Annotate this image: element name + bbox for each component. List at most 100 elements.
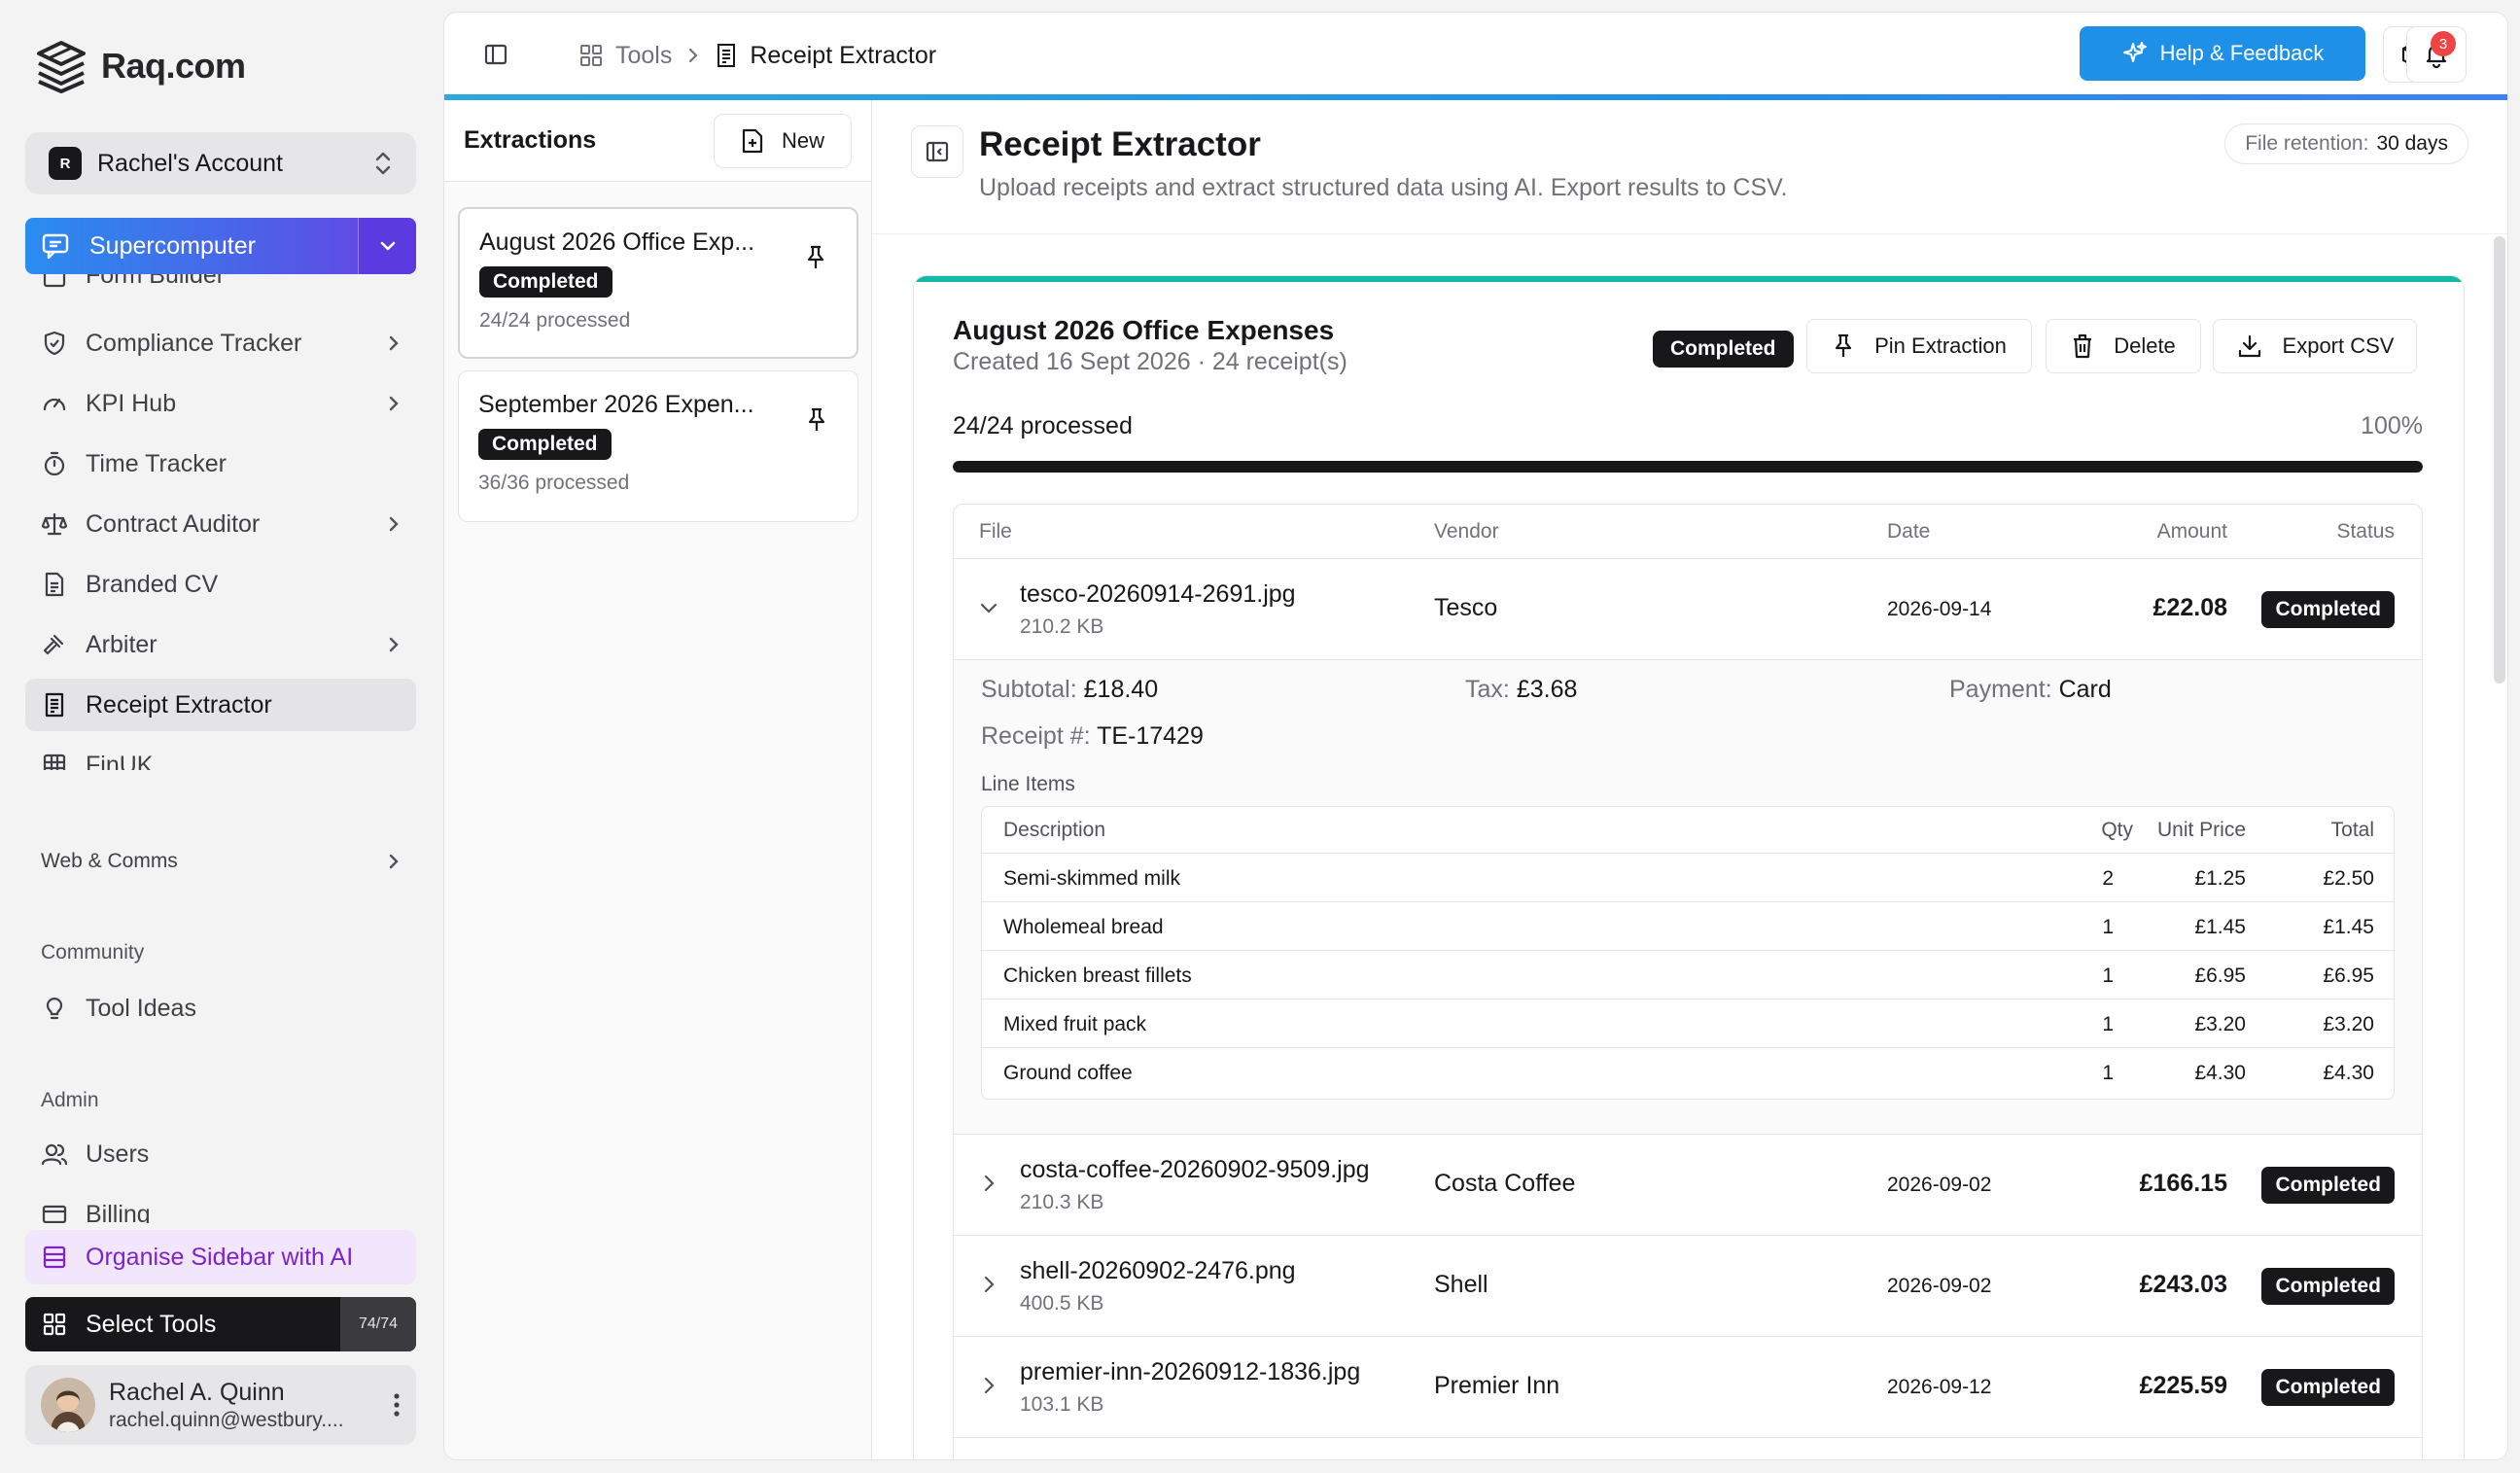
sidebar-item-billing[interactable]: Billing: [25, 1188, 416, 1223]
gavel-icon: [41, 631, 68, 658]
extractions-header: Extractions New: [444, 100, 871, 182]
payment: Payment: Card: [1949, 676, 2112, 704]
status-badge: Completed: [2261, 591, 2395, 628]
breadcrumb-tools-label: Tools: [615, 41, 673, 69]
col-vendor: Vendor: [1434, 520, 1499, 543]
sidebar-nav: Form Builder Compliance Tracker KPI Hub …: [25, 274, 416, 770]
file-size: 210.2 KB: [1020, 615, 1104, 638]
li-total: £3.20: [2323, 1013, 2374, 1035]
progress-bar-fill: [953, 461, 2423, 473]
line-item-row: Chicken breast fillets 1 £6.95 £6.95: [982, 951, 2394, 1000]
receipt-detail: Subtotal: £18.40 Tax: £3.68 Payment: Car…: [954, 660, 2422, 1135]
new-label: New: [781, 127, 824, 153]
li-qty: 1: [2102, 1013, 2114, 1035]
status-badge: Completed: [2261, 1268, 2395, 1305]
li-unit: £1.25: [2194, 867, 2246, 890]
community-section-label: Community: [41, 941, 145, 964]
scrollbar[interactable]: [2494, 236, 2505, 684]
sidebar-item-contract-auditor[interactable]: Contract Auditor: [25, 498, 416, 550]
collapse-panel-button[interactable]: [911, 125, 963, 178]
sidebar-item-arbiter[interactable]: Arbiter: [25, 618, 416, 671]
li-total: £6.95: [2323, 964, 2374, 987]
file-size: 400.5 KB: [1020, 1292, 1104, 1315]
extraction-card[interactable]: September 2026 Expen... Completed 36/36 …: [458, 370, 858, 522]
more-vertical-icon[interactable]: [393, 1392, 401, 1418]
account-name: Rachel's Account: [97, 149, 283, 177]
sidebar-item-tool-ideas[interactable]: Tool Ideas: [25, 982, 416, 1035]
sidebar-item-label: FinUK: [86, 751, 154, 771]
select-tools-button[interactable]: Select Tools 74/74: [25, 1297, 416, 1351]
user-menu[interactable]: Rachel A. Quinn rachel.quinn@westbury...…: [25, 1365, 416, 1445]
li-qty: 1: [2102, 964, 2114, 987]
line-item-row: Mixed fruit pack 1 £3.20 £3.20: [982, 1000, 2394, 1048]
sidebar-item-form-builder[interactable]: Form Builder: [25, 274, 416, 301]
new-extraction-button[interactable]: New: [714, 113, 852, 168]
table-row[interactable]: shell-20260902-2476.png 400.5 KB Shell 2…: [954, 1236, 2422, 1337]
li-unit: £6.95: [2194, 964, 2246, 987]
sidebar-item-finuk[interactable]: FinUK: [25, 739, 416, 770]
retention-value: 30 days: [2376, 132, 2448, 155]
brand-logo[interactable]: Raq.com: [35, 39, 246, 93]
chevron-down-icon[interactable]: [977, 596, 1000, 619]
li-qty: 2: [2102, 867, 2114, 890]
line-item-row: Wholemeal bread 1 £1.45 £1.45: [982, 902, 2394, 951]
li-total: £1.45: [2323, 916, 2374, 938]
account-switcher[interactable]: R Rachel's Account: [25, 132, 416, 194]
amount: £22.08: [2152, 594, 2227, 621]
sidebar-group-web-comms[interactable]: Web & Comms: [25, 842, 416, 881]
breadcrumb-tools[interactable]: Tools: [578, 42, 672, 70]
line-items-table: Description Qty Unit Price Total Semi-sk…: [981, 806, 2395, 1100]
supercomputer-button[interactable]: Supercomputer: [25, 218, 416, 274]
extractions-title: Extractions: [464, 126, 597, 154]
retention-label: File retention:: [2245, 132, 2369, 155]
receipt-value: TE-17429: [1097, 722, 1204, 750]
file-size: 210.3 KB: [1020, 1191, 1104, 1213]
li-qty: 1: [2102, 1062, 2114, 1084]
sidebar-item-label: Branded CV: [86, 570, 219, 598]
table-row[interactable]: tesco-20260914-2691.jpg 210.2 KB Tesco 2…: [954, 559, 2422, 660]
delete-button[interactable]: Delete: [2046, 319, 2201, 373]
help-feedback-button[interactable]: Help & Feedback: [2080, 26, 2365, 81]
chevron-right-icon[interactable]: [977, 1273, 1000, 1296]
brand-name: Raq.com: [101, 46, 246, 86]
sidebar-item-time-tracker[interactable]: Time Tracker: [25, 438, 416, 490]
user-email: rachel.quinn@westbury....: [109, 1408, 344, 1431]
export-csv-button[interactable]: Export CSV: [2213, 319, 2417, 373]
pin-icon[interactable]: [805, 406, 828, 434]
supercomputer-dropdown[interactable]: [358, 218, 416, 274]
sidebar-item-branded-cv[interactable]: Branded CV: [25, 558, 416, 611]
organise-sidebar-button[interactable]: Organise Sidebar with AI: [25, 1230, 416, 1284]
chevron-right-icon[interactable]: [977, 1172, 1000, 1195]
page-title: Receipt Extractor: [979, 125, 1261, 163]
file-plus-icon: [741, 127, 764, 155]
breadcrumb-current-label: Receipt Extractor: [750, 41, 937, 69]
amount: £243.03: [2139, 1271, 2227, 1298]
li-col-unit: Unit Price: [2156, 819, 2246, 841]
table-row[interactable]: premier-inn-20260912-1836.jpg 103.1 KB P…: [954, 1337, 2422, 1438]
pin-extraction-button[interactable]: Pin Extraction: [1806, 319, 2032, 373]
date: 2026-09-02: [1887, 1174, 1992, 1196]
notifications-button[interactable]: 3: [2406, 26, 2467, 83]
content-area: Receipt Extractor Upload receipts and ex…: [872, 100, 2507, 1459]
extraction-title: August 2026 Office Expenses: [953, 315, 1335, 345]
li-unit: £4.30: [2194, 1062, 2246, 1084]
progress-percent: 100%: [2361, 412, 2423, 439]
li-unit: £3.20: [2194, 1013, 2246, 1035]
tax-value: £3.68: [1516, 676, 1578, 703]
chevron-right-icon[interactable]: [977, 1374, 1000, 1397]
sidebar-item-compliance-tracker[interactable]: Compliance Tracker: [25, 317, 416, 369]
shield-icon: [41, 330, 68, 357]
li-col-total: Total: [2330, 819, 2374, 841]
table-row[interactable]: costa-coffee-20260902-9509.jpg 210.3 KB …: [954, 1135, 2422, 1236]
sidebar-item-users[interactable]: Users: [25, 1128, 416, 1180]
export-csv-label: Export CSV: [2282, 333, 2395, 358]
card-accent: [914, 276, 2464, 282]
tools-count-badge: 74/74: [340, 1297, 416, 1351]
sidebar-item-kpi-hub[interactable]: KPI Hub: [25, 377, 416, 430]
gauge-icon: [41, 390, 68, 417]
extraction-card[interactable]: August 2026 Office Exp... Completed 24/2…: [458, 207, 858, 359]
pin-icon[interactable]: [804, 244, 827, 271]
sidebar-item-receipt-extractor[interactable]: Receipt Extractor: [25, 679, 416, 731]
receipt-icon: [715, 43, 738, 68]
sidebar-toggle-icon[interactable]: [483, 42, 508, 67]
